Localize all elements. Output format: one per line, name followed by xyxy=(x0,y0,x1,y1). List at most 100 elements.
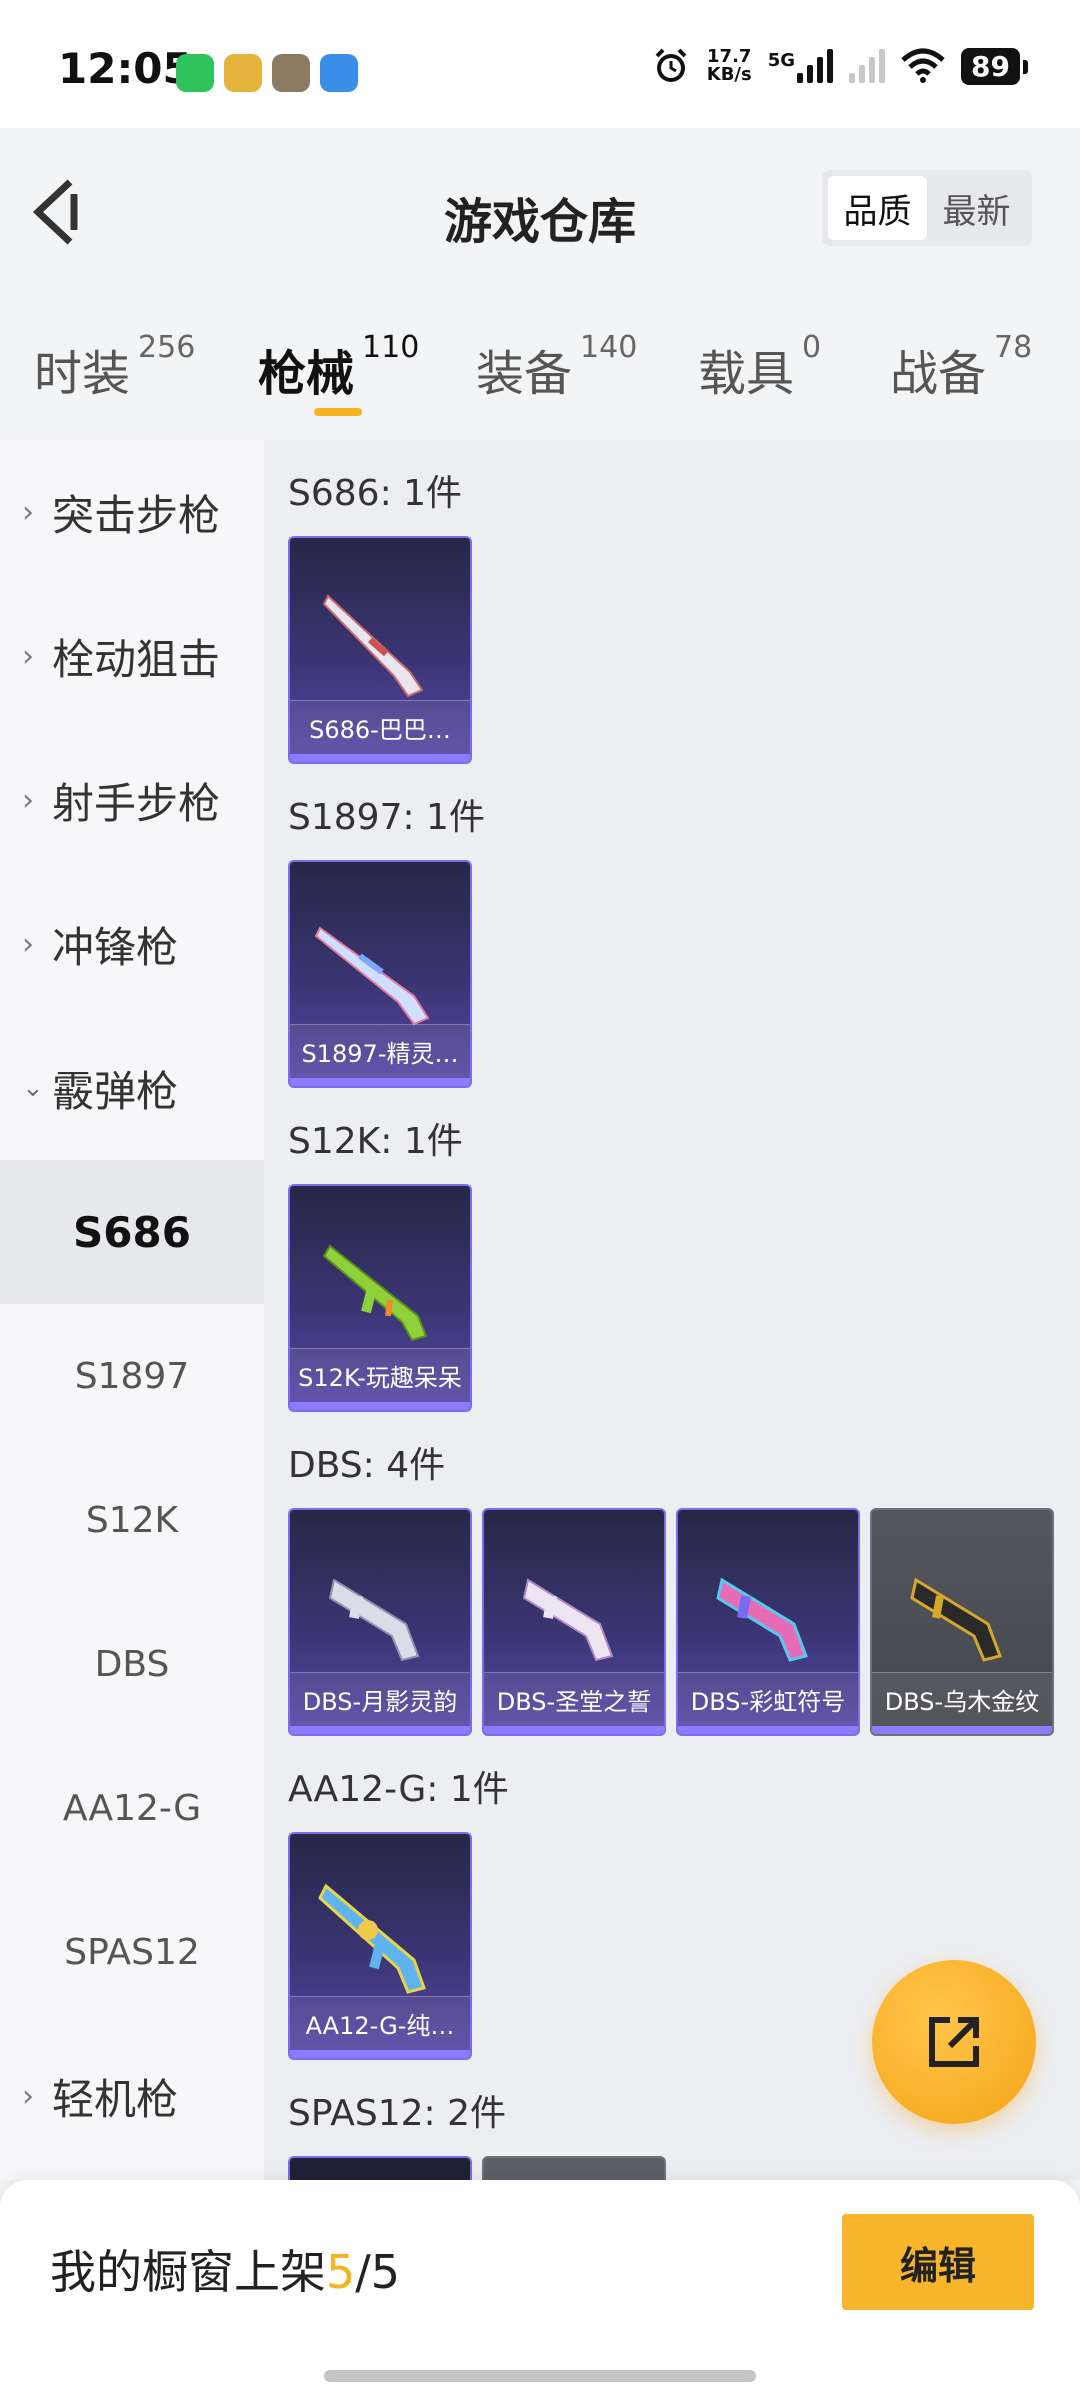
status-app-icons xyxy=(176,54,358,92)
sidebar-item-label: AA12-G xyxy=(62,1787,202,1829)
weapon-card[interactable]: S686-巴巴… xyxy=(288,536,472,764)
card-row: AA12-G-纯… xyxy=(288,1832,472,2060)
weapon-card-name: DBS-乌木金纹 xyxy=(872,1672,1052,1726)
wifi-icon xyxy=(901,48,945,83)
signal2-icon xyxy=(849,49,886,83)
active-tab-indicator xyxy=(314,408,362,416)
shotgun-icon xyxy=(716,1577,808,1662)
sidebar-item-shotgun[interactable]: ⌄ 霰弹枪 xyxy=(0,1016,264,1160)
tab-firearms[interactable]: 枪械 110 xyxy=(258,330,419,404)
sidebar-item-label: 突击步枪 xyxy=(52,490,221,540)
rarity-bar xyxy=(290,754,470,762)
bottom-bar: 我的橱窗上架5/5 编辑 xyxy=(0,2180,1080,2400)
status-bar: 12:05 17.7 KB/s 5G 89 xyxy=(0,0,1080,128)
weapon-card-name: DBS-圣堂之誓 xyxy=(484,1672,664,1726)
chevron-right-icon: › xyxy=(22,494,34,530)
sidebar-subitem-dbs[interactable]: DBS xyxy=(0,1592,264,1736)
shotgun-icon xyxy=(910,1577,1002,1662)
rarity-bar xyxy=(290,2050,470,2058)
sidebar-subitem-spas12[interactable]: SPAS12 xyxy=(0,1880,264,2024)
sidebar-item-label: 冲锋枪 xyxy=(52,922,179,972)
section-title: AA12-G: 1件 xyxy=(288,1769,509,1810)
sidebar-subitem-s12k[interactable]: S12K xyxy=(0,1448,264,1592)
sidebar-item-label: 栓动狙击 xyxy=(52,634,221,684)
sidebar-item-label: 射手步枪 xyxy=(52,778,221,828)
weapon-list[interactable]: S686: 1件 S686-巴巴… S1897: 1件 S1897-精灵… S1… xyxy=(264,440,1080,2180)
alarm-icon xyxy=(655,48,687,82)
edit-button[interactable]: 编辑 xyxy=(842,2214,1034,2310)
sidebar-subitem-aa12g[interactable]: AA12-G xyxy=(0,1736,264,1880)
sidebar-item-label: S12K xyxy=(85,1499,179,1541)
sort-newest-button[interactable]: 最新 xyxy=(927,176,1026,240)
sidebar-item-label: S686 xyxy=(73,1207,191,1257)
showcase-total: 5 xyxy=(370,2245,401,2299)
weapon-card[interactable]: S1897-精灵… xyxy=(288,860,472,1088)
tab-label: 枪械 xyxy=(258,346,355,402)
weapon-card[interactable]: DBS-彩虹符号 xyxy=(676,1508,860,1736)
weapon-card-name: S12K-玩趣呆呆 xyxy=(290,1348,470,1402)
status-time: 12:05 xyxy=(58,44,192,93)
sidebar-item-label: SPAS12 xyxy=(64,1931,200,1973)
rarity-bar xyxy=(290,1078,470,1086)
sidebar-subitem-s1897[interactable]: S1897 xyxy=(0,1304,264,1448)
weapon-card[interactable] xyxy=(288,2156,472,2180)
sidebar-item-marksman-rifle[interactable]: › 射手步枪 xyxy=(0,728,264,872)
showcase-current: 5 xyxy=(326,2245,356,2299)
card-row: DBS-月影灵韵 DBS-圣堂之誓 DBS-彩虹符号 DBS-乌木金纹 xyxy=(288,1508,1054,1736)
weapon-card[interactable]: DBS-月影灵韵 xyxy=(288,1508,472,1736)
sort-quality-button[interactable]: 品质 xyxy=(828,176,927,240)
weapon-card-name: DBS-月影灵韵 xyxy=(290,1672,470,1726)
sidebar: › 突击步枪 › 栓动狙击 › 射手步枪 › 冲锋枪 ⌄ 霰弹枪 S686 S1… xyxy=(0,440,264,2180)
section-title: DBS: 4件 xyxy=(288,1445,446,1486)
game-icon xyxy=(224,54,262,92)
section-title: SPAS12: 2件 xyxy=(288,2093,507,2134)
weapon-card[interactable]: S12K-玩趣呆呆 xyxy=(288,1184,472,1412)
home-indicator[interactable] xyxy=(324,2370,756,2382)
weapon-card-name: AA12-G-纯… xyxy=(290,1996,470,2050)
sidebar-item-label: 轻机枪 xyxy=(52,2074,179,2124)
tab-label: 载具 xyxy=(698,346,795,402)
rarity-bar xyxy=(290,1726,470,1734)
chevron-right-icon: › xyxy=(22,2078,34,2114)
tab-equipment[interactable]: 装备 140 xyxy=(476,330,637,404)
weapon-card-name: S686-巴巴… xyxy=(290,700,470,754)
card-row: S1897-精灵… xyxy=(288,860,472,1088)
rarity-bar xyxy=(290,1402,470,1410)
weapon-card[interactable]: DBS-乌木金纹 xyxy=(870,1508,1054,1736)
tab-label: 时装 xyxy=(34,346,131,402)
sidebar-item-smg[interactable]: › 冲锋枪 xyxy=(0,872,264,1016)
shotgun-icon xyxy=(322,1244,428,1342)
tab-label: 战备 xyxy=(890,346,987,402)
sidebar-item-label: DBS xyxy=(94,1643,170,1685)
weapon-card[interactable] xyxy=(482,2156,666,2180)
weapon-card-name: DBS-彩虹符号 xyxy=(678,1672,858,1726)
sidebar-item-label: S1897 xyxy=(74,1355,190,1397)
card-row xyxy=(288,2156,666,2180)
chevron-down-icon: ⌄ xyxy=(22,1073,44,1103)
shotgun-icon xyxy=(322,594,424,698)
tab-fashion[interactable]: 时装 256 xyxy=(34,330,195,404)
sidebar-item-assault-rifle[interactable]: › 突击步枪 xyxy=(0,440,264,584)
sidebar-subitem-s686[interactable]: S686 xyxy=(0,1160,264,1304)
tab-count: 78 xyxy=(994,330,1033,365)
chevron-right-icon: › xyxy=(22,782,34,818)
sidebar-item-lmg[interactable]: › 轻机枪 xyxy=(0,2024,264,2168)
category-tabs: 时装 256 枪械 110 装备 140 载具 0 战备 78 xyxy=(0,298,1080,440)
app-icon xyxy=(320,54,358,92)
sort-toggle: 品质 最新 xyxy=(822,170,1032,246)
card-row: S686-巴巴… xyxy=(288,536,472,764)
weapon-card[interactable]: DBS-圣堂之誓 xyxy=(482,1508,666,1736)
tab-supplies[interactable]: 战备 78 xyxy=(890,330,1032,404)
signal-icon xyxy=(797,49,834,83)
signal-5g: 5G xyxy=(768,49,834,83)
tab-vehicles[interactable]: 载具 0 xyxy=(698,330,821,404)
sidebar-item-bolt-sniper[interactable]: › 栓动狙击 xyxy=(0,584,264,728)
tab-count: 140 xyxy=(580,330,638,365)
section-title: S1897: 1件 xyxy=(288,797,485,838)
tab-count: 256 xyxy=(138,330,196,365)
share-button[interactable] xyxy=(872,1960,1036,2124)
rarity-bar xyxy=(484,1726,664,1734)
showcase-status: 我的橱窗上架5/5 xyxy=(50,2245,401,2299)
tab-count: 110 xyxy=(362,330,420,365)
weapon-card[interactable]: AA12-G-纯… xyxy=(288,1832,472,2060)
